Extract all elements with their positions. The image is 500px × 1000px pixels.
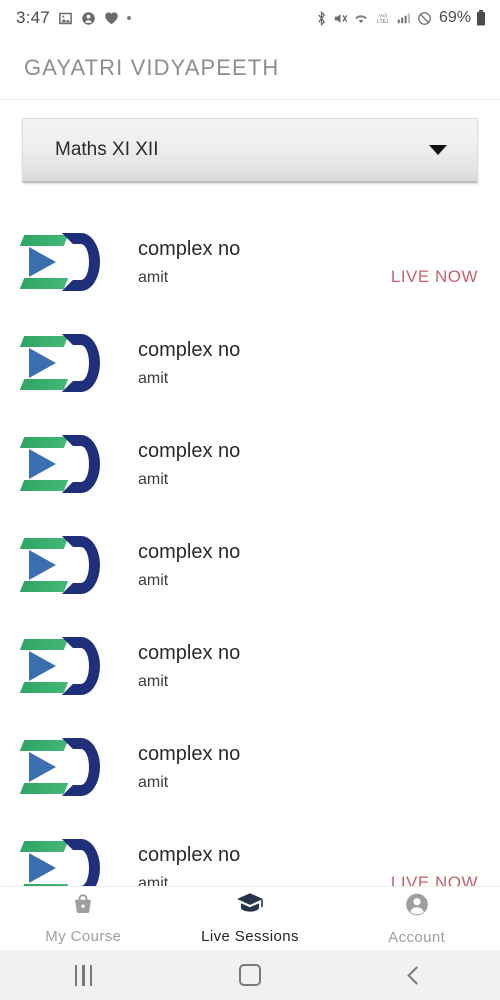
back-icon [407,965,426,985]
bluetooth-icon [315,10,328,26]
page-title: GAYATRI VIDYAPEETH [24,54,280,80]
list-item[interactable]: complex no amit [0,413,500,514]
wifi-icon [353,11,369,25]
chevron-down-icon [429,145,447,155]
heart-icon [104,11,119,25]
course-logo-icon [19,434,100,493]
course-selector-container: Maths XI XII [0,118,500,183]
list-item-texts: complex no amit [138,540,478,589]
list-item-texts: complex no amit [138,439,478,488]
course-logo-icon [19,636,100,695]
session-title: complex no [138,440,241,462]
session-teacher: amit [138,471,169,488]
mute-icon [333,11,348,26]
course-selector-value: Maths XI XII [55,139,159,160]
status-bar-left: 3:47 [16,8,131,28]
list-item[interactable]: complex no amit [0,716,500,817]
session-title: complex no [138,541,241,563]
session-title: complex no [138,743,241,765]
nav-label-my-course: My Course [45,928,122,945]
contact-icon [81,11,96,26]
course-logo-icon [19,333,100,392]
course-logo-icon [19,737,100,796]
svg-text:Vo)): Vo)) [379,13,388,18]
nav-label-live-sessions: Live Sessions [201,928,299,945]
session-title: complex no [138,339,241,361]
session-teacher: amit [138,370,169,387]
course-logo-icon [19,535,100,594]
status-bar-right: Vo)) LTE1 69% [315,9,486,27]
basket-icon [70,892,96,921]
live-sessions-list[interactable]: complex no amit LIVE NOW complex no amit [0,211,500,886]
app-screen: 3:47 Vo)) LTE1 69% GAYATRI VIDYAPEETH Ma… [0,0,500,1000]
session-title: complex no [138,844,241,866]
battery-icon [476,10,486,26]
dot-icon [126,16,131,20]
signal-icon [397,11,412,25]
status-badge: LIVE NOW [390,267,478,286]
status-bar: 3:47 Vo)) LTE1 69% [0,0,500,36]
list-item[interactable]: complex no amit [0,615,500,716]
list-item[interactable]: complex no amit LIVE NOW [0,817,500,886]
battery-percent: 69% [438,9,471,26]
nav-item-my-course[interactable]: My Course [0,892,167,945]
dnd-icon [417,11,432,26]
list-item-texts: complex no amit [138,338,478,387]
list-item[interactable]: complex no amit [0,312,500,413]
list-item[interactable]: complex no amit [0,514,500,615]
session-teacher: amit [138,774,169,791]
nav-item-account[interactable]: Account [333,892,500,946]
session-teacher: amit [138,572,169,589]
graduation-cap-icon [236,892,264,921]
list-item[interactable]: complex no amit LIVE NOW [0,211,500,312]
bottom-navigation: My Course Live Sessions Account [0,886,500,950]
list-item-texts: complex no amit [138,742,478,791]
session-title: complex no [138,642,241,664]
home-icon [239,964,261,986]
recents-icon [74,964,93,986]
svg-text:LTE1: LTE1 [377,19,389,25]
list-item-texts: complex no amit [138,641,478,690]
status-time: 3:47 [16,8,50,27]
person-circle-icon [404,892,430,922]
recents-button[interactable] [0,964,167,986]
session-title: complex no [138,238,241,260]
volte-icon: Vo)) LTE1 [374,11,392,26]
nav-label-account: Account [388,928,446,946]
home-button[interactable] [167,964,334,986]
image-icon [58,11,73,26]
app-header: GAYATRI VIDYAPEETH [0,36,500,100]
session-teacher: amit [138,673,169,690]
back-button[interactable] [333,965,500,985]
course-logo-icon [19,232,100,291]
nav-item-live-sessions[interactable]: Live Sessions [167,892,334,945]
status-badge: LIVE NOW [390,873,478,886]
course-logo-icon [19,838,100,886]
system-navigation-bar [0,950,500,1000]
course-selector-dropdown[interactable]: Maths XI XII [22,118,478,183]
